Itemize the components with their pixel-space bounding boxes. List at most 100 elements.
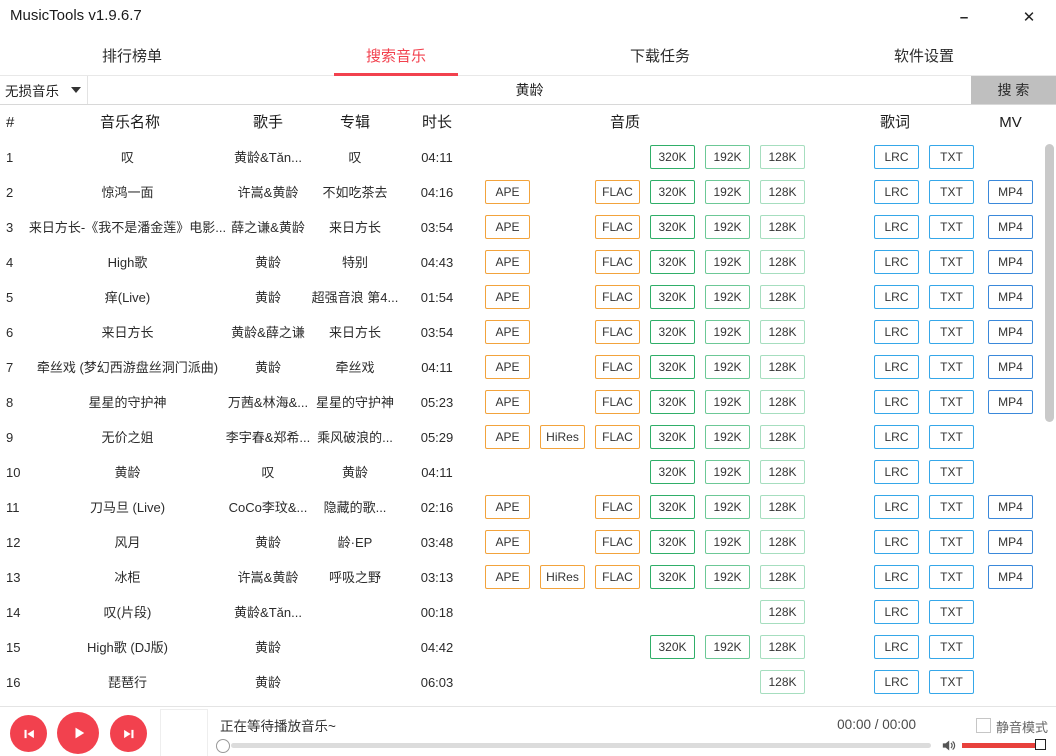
- lyric-txt-button[interactable]: TXT: [929, 530, 974, 554]
- minimize-button[interactable]: –: [941, 0, 987, 34]
- lyric-txt-button[interactable]: TXT: [929, 145, 974, 169]
- quality-flac-button[interactable]: FLAC: [595, 530, 640, 554]
- progress-slider-handle[interactable]: [216, 739, 230, 753]
- lyric-txt-button[interactable]: TXT: [929, 320, 974, 344]
- lyric-lrc-button[interactable]: LRC: [874, 600, 919, 624]
- lyric-lrc-button[interactable]: LRC: [874, 215, 919, 239]
- quality-192k-button[interactable]: 192K: [705, 425, 750, 449]
- quality-ape-button[interactable]: APE: [485, 285, 530, 309]
- lyric-txt-button[interactable]: TXT: [929, 565, 974, 589]
- quality-flac-button[interactable]: FLAC: [595, 285, 640, 309]
- quality-128k-button[interactable]: 128K: [760, 530, 805, 554]
- quality-320k-button[interactable]: 320K: [650, 460, 695, 484]
- quality-ape-button[interactable]: APE: [485, 215, 530, 239]
- tab-settings[interactable]: 软件设置: [792, 36, 1056, 75]
- lyric-txt-button[interactable]: TXT: [929, 460, 974, 484]
- lyric-txt-button[interactable]: TXT: [929, 495, 974, 519]
- mv-mp4-button[interactable]: MP4: [988, 565, 1033, 589]
- quality-320k-button[interactable]: 320K: [650, 215, 695, 239]
- lyric-lrc-button[interactable]: LRC: [874, 425, 919, 449]
- quality-320k-button[interactable]: 320K: [650, 355, 695, 379]
- quality-flac-button[interactable]: FLAC: [595, 180, 640, 204]
- tab-rankings[interactable]: 排行榜单: [0, 36, 264, 75]
- quality-320k-button[interactable]: 320K: [650, 145, 695, 169]
- quality-flac-button[interactable]: FLAC: [595, 565, 640, 589]
- quality-flac-button[interactable]: FLAC: [595, 320, 640, 344]
- quality-flac-button[interactable]: FLAC: [595, 495, 640, 519]
- quality-192k-button[interactable]: 192K: [705, 460, 750, 484]
- lyric-lrc-button[interactable]: LRC: [874, 495, 919, 519]
- lyric-lrc-button[interactable]: LRC: [874, 390, 919, 414]
- quality-flac-button[interactable]: FLAC: [595, 250, 640, 274]
- quality-192k-button[interactable]: 192K: [705, 495, 750, 519]
- mv-mp4-button[interactable]: MP4: [988, 320, 1033, 344]
- quality-ape-button[interactable]: APE: [485, 320, 530, 344]
- quality-192k-button[interactable]: 192K: [705, 320, 750, 344]
- quality-ape-button[interactable]: APE: [485, 355, 530, 379]
- quality-128k-button[interactable]: 128K: [760, 320, 805, 344]
- search-input[interactable]: [88, 76, 971, 104]
- quality-192k-button[interactable]: 192K: [705, 565, 750, 589]
- mv-mp4-button[interactable]: MP4: [988, 285, 1033, 309]
- lyric-txt-button[interactable]: TXT: [929, 390, 974, 414]
- quality-320k-button[interactable]: 320K: [650, 285, 695, 309]
- quality-hires-button[interactable]: HiRes: [540, 425, 585, 449]
- quality-ape-button[interactable]: APE: [485, 495, 530, 519]
- quality-192k-button[interactable]: 192K: [705, 285, 750, 309]
- quality-flac-button[interactable]: FLAC: [595, 390, 640, 414]
- quality-320k-button[interactable]: 320K: [650, 320, 695, 344]
- quality-320k-button[interactable]: 320K: [650, 250, 695, 274]
- quality-192k-button[interactable]: 192K: [705, 390, 750, 414]
- quality-128k-button[interactable]: 128K: [760, 565, 805, 589]
- lyric-txt-button[interactable]: TXT: [929, 635, 974, 659]
- lyric-lrc-button[interactable]: LRC: [874, 355, 919, 379]
- quality-128k-button[interactable]: 128K: [760, 145, 805, 169]
- lyric-txt-button[interactable]: TXT: [929, 285, 974, 309]
- quality-flac-button[interactable]: FLAC: [595, 355, 640, 379]
- lyric-lrc-button[interactable]: LRC: [874, 565, 919, 589]
- lyric-txt-button[interactable]: TXT: [929, 250, 974, 274]
- mv-mp4-button[interactable]: MP4: [988, 215, 1033, 239]
- quality-128k-button[interactable]: 128K: [760, 390, 805, 414]
- lyric-txt-button[interactable]: TXT: [929, 425, 974, 449]
- mv-mp4-button[interactable]: MP4: [988, 530, 1033, 554]
- quality-192k-button[interactable]: 192K: [705, 635, 750, 659]
- quality-ape-button[interactable]: APE: [485, 565, 530, 589]
- quality-192k-button[interactable]: 192K: [705, 180, 750, 204]
- quality-320k-button[interactable]: 320K: [650, 635, 695, 659]
- quality-128k-button[interactable]: 128K: [760, 285, 805, 309]
- search-button[interactable]: 搜 索: [971, 76, 1056, 104]
- lyric-txt-button[interactable]: TXT: [929, 215, 974, 239]
- scrollbar-thumb[interactable]: [1045, 144, 1054, 422]
- quality-192k-button[interactable]: 192K: [705, 530, 750, 554]
- quality-192k-button[interactable]: 192K: [705, 250, 750, 274]
- tab-download-tasks[interactable]: 下载任务: [528, 36, 792, 75]
- lyric-txt-button[interactable]: TXT: [929, 600, 974, 624]
- quality-hires-button[interactable]: HiRes: [540, 565, 585, 589]
- mute-checkbox[interactable]: [976, 718, 991, 733]
- volume-slider-track[interactable]: [962, 743, 1040, 748]
- mv-mp4-button[interactable]: MP4: [988, 250, 1033, 274]
- quality-ape-button[interactable]: APE: [485, 250, 530, 274]
- quality-320k-button[interactable]: 320K: [650, 180, 695, 204]
- play-button[interactable]: [57, 712, 99, 754]
- lyric-lrc-button[interactable]: LRC: [874, 180, 919, 204]
- mv-mp4-button[interactable]: MP4: [988, 390, 1033, 414]
- quality-128k-button[interactable]: 128K: [760, 355, 805, 379]
- quality-192k-button[interactable]: 192K: [705, 145, 750, 169]
- quality-128k-button[interactable]: 128K: [760, 670, 805, 694]
- lyric-txt-button[interactable]: TXT: [929, 180, 974, 204]
- lyric-lrc-button[interactable]: LRC: [874, 635, 919, 659]
- lyric-lrc-button[interactable]: LRC: [874, 320, 919, 344]
- lyric-lrc-button[interactable]: LRC: [874, 530, 919, 554]
- quality-320k-button[interactable]: 320K: [650, 565, 695, 589]
- lyric-txt-button[interactable]: TXT: [929, 355, 974, 379]
- quality-320k-button[interactable]: 320K: [650, 495, 695, 519]
- mv-mp4-button[interactable]: MP4: [988, 495, 1033, 519]
- lyric-lrc-button[interactable]: LRC: [874, 460, 919, 484]
- quality-flac-button[interactable]: FLAC: [595, 215, 640, 239]
- quality-128k-button[interactable]: 128K: [760, 495, 805, 519]
- lyric-lrc-button[interactable]: LRC: [874, 670, 919, 694]
- quality-ape-button[interactable]: APE: [485, 530, 530, 554]
- quality-ape-button[interactable]: APE: [485, 180, 530, 204]
